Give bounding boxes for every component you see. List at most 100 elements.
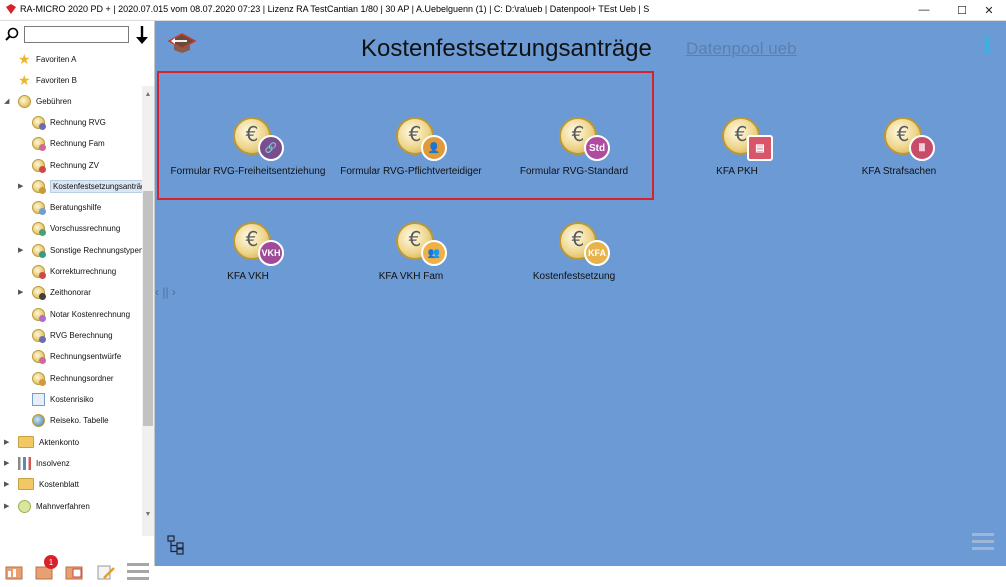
tile-label: KFA Strafsachen bbox=[861, 166, 937, 177]
collapsed-arrow-icon[interactable]: ▶ bbox=[18, 246, 23, 254]
sidebar-item-label: Mahnverfahren bbox=[36, 501, 90, 511]
sidebar: ★ Favoriten A ★ Favoriten B ◢ Gebühren R… bbox=[0, 21, 155, 580]
tree-view-icon[interactable] bbox=[167, 535, 185, 555]
chart-icon bbox=[32, 392, 45, 406]
sidebar-item-label: Vorschussrechnung bbox=[50, 223, 121, 233]
sidebar-item-sonstige-rechnungstypen[interactable]: ▶ Sonstige Rechnungstypen bbox=[18, 240, 143, 260]
sidebar-group-insolvenz[interactable]: ▶ Insolvenz bbox=[4, 453, 70, 473]
arrow-down-icon[interactable] bbox=[135, 25, 149, 45]
euro-coin-icon bbox=[32, 136, 46, 151]
euro-coin-icon bbox=[18, 94, 31, 108]
sidebar-item-label: Rechnung RVG bbox=[50, 117, 106, 127]
sidebar-item-notar-kostenrechnung[interactable]: Notar Kostenrechnung bbox=[32, 304, 130, 324]
collapsed-arrow-icon[interactable]: ▶ bbox=[4, 480, 9, 488]
search-icon[interactable] bbox=[5, 27, 19, 41]
tile-kfa-strafsachen[interactable]: € Ⅲ KFA Strafsachen bbox=[814, 117, 984, 197]
tile-formular-rvg-freiheitsentziehung[interactable]: € 🔗 Formular RVG-Freiheitsentziehung bbox=[163, 117, 333, 197]
tile-kfa-vkh[interactable]: € VKH KFA VKH bbox=[163, 222, 333, 302]
sidebar-item-rechnung-rvg[interactable]: Rechnung RVG bbox=[32, 112, 106, 132]
sidebar-item-kostenrisiko[interactable]: Kostenrisiko bbox=[32, 389, 94, 409]
scroll-up-icon[interactable]: ▲ bbox=[143, 91, 153, 103]
tile-formular-rvg-standard[interactable]: € Std Formular RVG-Standard bbox=[489, 117, 659, 197]
sidebar-item-beratungshilfe[interactable]: Beratungshilfe bbox=[32, 197, 101, 217]
sidebar-bottom-bar: 1 bbox=[0, 551, 154, 587]
sidebar-group-gebuehren[interactable]: ◢ Gebühren bbox=[4, 91, 72, 111]
tile-kostenfestsetzung[interactable]: € KFA Kostenfestsetzung bbox=[489, 222, 659, 302]
globe-icon bbox=[32, 413, 45, 427]
expanded-arrow-icon[interactable]: ◢ bbox=[4, 97, 9, 105]
sidebar-item-label: Favoriten B bbox=[36, 75, 77, 85]
std-badge-icon: Std bbox=[584, 135, 610, 161]
collapsed-arrow-icon[interactable]: ▶ bbox=[4, 502, 9, 510]
sidebar-item-vorschussrechnung[interactable]: Vorschussrechnung bbox=[32, 218, 120, 238]
star-icon: ★ bbox=[18, 50, 31, 67]
link-icon: 🔗 bbox=[258, 135, 284, 161]
sidebar-item-label: Rechnung ZV bbox=[50, 160, 99, 170]
document-icon bbox=[18, 499, 31, 513]
sidebar-item-label: Rechnungsentwürfe bbox=[50, 351, 122, 361]
euro-coin-icon bbox=[32, 221, 46, 236]
folder-icon bbox=[18, 478, 34, 490]
sidebar-item-rechnung-zv[interactable]: Rechnung ZV bbox=[32, 155, 99, 175]
minimize-button[interactable]: — bbox=[907, 0, 941, 20]
euro-coin-icon bbox=[32, 115, 46, 130]
euro-coin-icon bbox=[32, 349, 46, 364]
menu-icon[interactable] bbox=[972, 533, 994, 553]
sidebar-favorite-b[interactable]: ★ Favoriten B bbox=[18, 70, 77, 90]
folder-icon bbox=[18, 436, 34, 448]
sidebar-group-kostenblatt[interactable]: ▶ Kostenblatt bbox=[4, 474, 79, 494]
euro-coin-icon bbox=[32, 328, 46, 343]
collapsed-arrow-icon[interactable]: ▶ bbox=[18, 182, 23, 190]
euro-coin-icon bbox=[32, 179, 46, 194]
sidebar-item-label: Sonstige Rechnungstypen bbox=[50, 245, 144, 255]
collapsed-arrow-icon[interactable]: ▶ bbox=[4, 459, 9, 467]
pager-control[interactable]: ‹ || › bbox=[155, 285, 176, 299]
sidebar-item-rechnung-fam[interactable]: Rechnung Fam bbox=[32, 133, 105, 153]
sidebar-item-zeithonorar[interactable]: ▶ Zeithonorar bbox=[18, 282, 91, 302]
person-icon: 👤 bbox=[421, 135, 447, 161]
sidebar-item-rechnungsordner[interactable]: Rechnungsordner bbox=[32, 368, 114, 388]
euro-coin-icon bbox=[32, 371, 46, 386]
tile-kfa-pkh[interactable]: € ▤ KFA PKH bbox=[652, 117, 822, 197]
sidebar-item-label: Kostenfestsetzungsanträge bbox=[50, 179, 153, 193]
sidebar-item-label: Rechnungsordner bbox=[50, 373, 114, 383]
tile-label: Formular RVG-Standard bbox=[519, 166, 629, 177]
sidebar-item-rvg-berechnung[interactable]: RVG Berechnung bbox=[32, 325, 113, 345]
collapsed-arrow-icon[interactable]: ▶ bbox=[18, 288, 23, 296]
tile-formular-rvg-pflichtverteidiger[interactable]: € 👤 Formular RVG-Pflichtverteidiger bbox=[326, 117, 496, 197]
sidebar-item-label: Beratungshilfe bbox=[50, 202, 102, 212]
sidebar-scroll-thumb[interactable] bbox=[143, 191, 153, 426]
sidebar-item-kostenfestsetzungsantraege[interactable]: ▶ Kostenfestsetzungsanträge bbox=[18, 176, 153, 196]
search-input[interactable] bbox=[24, 26, 129, 43]
sidebar-favorite-a[interactable]: ★ Favoriten A bbox=[18, 49, 76, 69]
sidebar-item-label: Aktenkonto bbox=[39, 437, 80, 447]
tile-label: KFA PKH bbox=[716, 166, 758, 177]
close-button[interactable]: ✕ bbox=[972, 0, 1006, 20]
euro-coin-icon bbox=[32, 243, 46, 258]
back-hat-icon[interactable] bbox=[167, 31, 197, 55]
euro-coin-icon bbox=[32, 200, 46, 215]
scroll-down-icon[interactable]: ▼ bbox=[143, 511, 153, 523]
euro-coin-icon bbox=[32, 264, 46, 279]
app-icon bbox=[6, 4, 16, 14]
sidebar-group-aktenkonto[interactable]: ▶ Aktenkonto bbox=[4, 432, 79, 452]
sidebar-item-label: Gebühren bbox=[36, 96, 72, 106]
info-icon[interactable]: I bbox=[982, 33, 992, 59]
collapsed-arrow-icon[interactable]: ▶ bbox=[4, 438, 9, 446]
sidebar-item-label: Zeithonorar bbox=[50, 287, 91, 297]
bar-chart-icon bbox=[18, 456, 31, 470]
sidebar-item-label: RVG Berechnung bbox=[50, 330, 113, 340]
sidebar-item-rechnungsentwuerfe[interactable]: Rechnungsentwürfe bbox=[32, 346, 121, 366]
tile-label: KFA VKH Fam bbox=[378, 271, 444, 282]
sidebar-item-label: Kostenrisiko bbox=[50, 394, 94, 404]
euro-coin-icon bbox=[32, 158, 46, 173]
sidebar-item-label: Reiseko. Tabelle bbox=[50, 415, 109, 425]
sidebar-group-mahnverfahren[interactable]: ▶ Mahnverfahren bbox=[4, 496, 90, 516]
datapool-link[interactable]: Datenpool ueb bbox=[686, 39, 797, 59]
sidebar-item-reiseko-tabelle[interactable]: Reiseko. Tabelle bbox=[32, 410, 109, 430]
tile-kfa-vkh-fam[interactable]: € 👥 KFA VKH Fam bbox=[326, 222, 496, 302]
tile-label: KFA VKH bbox=[227, 271, 269, 282]
kfa-badge-icon: KFA bbox=[584, 240, 610, 266]
sidebar-item-label: Korrekturrechnung bbox=[50, 266, 117, 276]
sidebar-item-korrekturrechnung[interactable]: Korrekturrechnung bbox=[32, 261, 116, 281]
